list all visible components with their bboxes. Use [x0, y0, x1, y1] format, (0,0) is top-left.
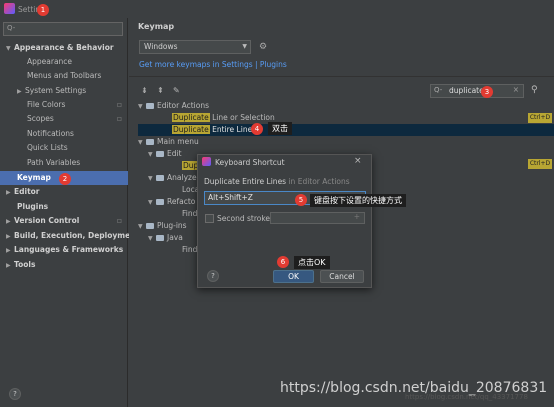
tree-node-refactor[interactable]: ▼ Refacto	[138, 196, 195, 208]
keymap-search-input[interactable]: Q- duplicate ×	[430, 84, 524, 98]
sidebar-item-version-control[interactable]: ▶ Version Control ▫	[0, 214, 128, 228]
folder-icon	[156, 175, 164, 181]
edit-pencil-icon[interactable]: ✎	[173, 86, 180, 95]
sidebar-item-path-variables[interactable]: Path Variables	[0, 156, 128, 170]
tree-node-duplicate-entire-lines[interactable]: Duplicate Entire Lines	[138, 124, 554, 136]
step-badge-2: 2	[59, 173, 71, 185]
folder-icon	[146, 223, 154, 229]
search-icon: Q-	[434, 86, 443, 94]
sidebar-item-menus-toolbars[interactable]: Menus and Toolbars	[0, 69, 128, 83]
shortcut-badge: Ctrl+D	[528, 159, 552, 169]
collapse-all-icon[interactable]: ⇞	[157, 86, 164, 95]
divider	[129, 76, 554, 77]
search-icon: Q-	[7, 24, 16, 32]
annotation-click-ok: 点击OK	[294, 256, 330, 269]
sidebar-item-appearance-behavior[interactable]: ▼ Appearance & Behavior	[0, 41, 128, 55]
sidebar-item-notifications[interactable]: Notifications	[0, 127, 128, 141]
tree-node-analyze-child[interactable]: Loca	[138, 184, 199, 196]
sidebar-item-quick-lists[interactable]: Quick Lists	[0, 141, 128, 155]
chevron-down-icon: ▼	[6, 45, 11, 52]
shortcut-badge: Ctrl+D	[528, 113, 552, 123]
chevron-right-icon: ▶	[6, 233, 11, 240]
find-shortcut-icon[interactable]: ⚲	[531, 85, 538, 95]
project-scope-icon: ▫	[116, 100, 122, 109]
sidebar-item-languages[interactable]: ▶ Languages & Frameworks	[0, 243, 128, 257]
dialog-help-button[interactable]: ?	[207, 270, 219, 282]
app-logo-icon	[4, 3, 15, 14]
step-badge-4: 4	[251, 123, 263, 135]
watermark-small: https://blog.csdn.net/qq_43371778	[405, 393, 528, 401]
get-more-keymaps-link[interactable]: Get more keymaps in Settings | Plugins	[139, 60, 287, 69]
sidebar-item-appearance[interactable]: Appearance	[0, 55, 128, 69]
second-stroke-input[interactable]: +	[270, 212, 365, 224]
folder-icon	[146, 103, 154, 109]
expand-all-icon[interactable]: ⇟	[141, 86, 148, 95]
tree-node-duplicate-line[interactable]: Duplicate Line or Selection	[138, 112, 554, 124]
annotation-double-click: 双击	[268, 122, 292, 135]
page-title: Keymap	[138, 22, 175, 31]
chevron-down-icon: ▼	[242, 43, 247, 50]
clear-icon[interactable]: ×	[513, 85, 519, 94]
dialog-subtitle: Duplicate Entire Lines in Editor Actions	[204, 177, 350, 186]
step-badge-6: 6	[277, 256, 289, 268]
cancel-button[interactable]: Cancel	[320, 270, 364, 283]
add-icon: +	[353, 212, 360, 221]
app-logo-icon	[202, 157, 211, 166]
annotation-press-shortcut: 键盘按下设置的快捷方式	[310, 194, 406, 207]
sidebar-item-scopes[interactable]: Scopes ▫	[0, 112, 128, 126]
sidebar-item-file-colors[interactable]: File Colors ▫	[0, 98, 128, 112]
project-scope-icon: ▫	[116, 114, 122, 123]
gear-icon[interactable]: ⚙	[259, 42, 267, 52]
keymap-scheme-select[interactable]: Windows ▼	[139, 40, 251, 54]
folder-icon	[156, 199, 164, 205]
chevron-right-icon: ▶	[6, 247, 11, 254]
chevron-right-icon: ▶	[17, 88, 22, 95]
second-stroke-checkbox[interactable]	[205, 214, 214, 223]
sidebar-item-system-settings[interactable]: ▶ System Settings	[0, 84, 128, 98]
settings-search-input[interactable]: Q-	[3, 22, 123, 36]
chevron-right-icon: ▶	[6, 262, 11, 269]
chevron-right-icon: ▶	[6, 189, 11, 196]
second-stroke-label: Second stroke:	[217, 214, 273, 223]
tree-node-editor-actions[interactable]: ▼ Editor Actions	[138, 100, 554, 112]
ok-button[interactable]: OK	[273, 270, 314, 283]
project-scope-icon: ▫	[116, 216, 122, 225]
help-button[interactable]: ?	[9, 388, 21, 400]
step-badge-3: 3	[481, 86, 493, 98]
sidebar-item-build[interactable]: ▶ Build, Execution, Deployment	[0, 229, 139, 243]
tree-node-refactor-child[interactable]: Find	[138, 208, 197, 220]
tree-node-java[interactable]: ▼ Java	[138, 232, 194, 244]
folder-icon	[156, 151, 164, 157]
title-bar	[0, 0, 554, 20]
sidebar-item-editor[interactable]: ▶ Editor	[0, 185, 128, 199]
sidebar-item-plugins[interactable]: Plugins	[0, 200, 128, 214]
folder-icon	[156, 235, 164, 241]
sidebar-item-tools[interactable]: ▶ Tools	[0, 258, 128, 272]
step-badge-5: 5	[295, 194, 307, 206]
chevron-right-icon: ▶	[6, 218, 11, 225]
tree-node-main-menu[interactable]: ▼ Main menu	[138, 136, 554, 148]
folder-icon	[146, 139, 154, 145]
close-icon[interactable]: ×	[354, 156, 362, 166]
tree-node-java-child[interactable]: Find	[138, 244, 197, 256]
step-badge-1: 1	[37, 4, 49, 16]
dialog-title: Keyboard Shortcut	[215, 158, 285, 167]
